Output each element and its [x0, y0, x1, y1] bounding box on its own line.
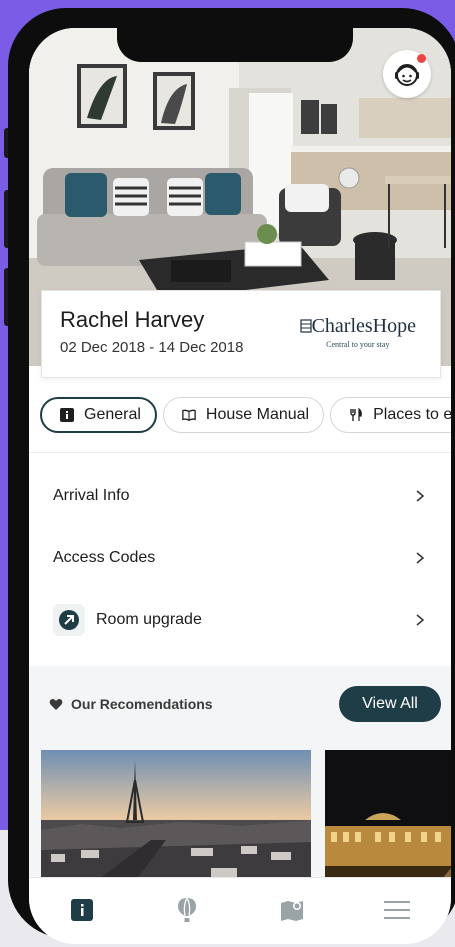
tab-label: Places to eat	[373, 406, 451, 423]
brand-tagline: Central to your stay	[326, 340, 390, 349]
chevron-right-icon	[416, 490, 425, 502]
tab-places-to-eat[interactable]: Places to eat	[330, 397, 451, 433]
hot-air-balloon-icon	[178, 897, 196, 922]
phone-frame: Rachel Harvey 02 Dec 2018 - 14 Dec 2018 …	[8, 8, 455, 944]
menu-item-label: Room upgrade	[96, 611, 202, 628]
building-icon	[299, 319, 312, 333]
menu-item-access-codes[interactable]: Access Codes	[29, 527, 451, 589]
info-icon	[60, 408, 74, 422]
stay-dates: 02 Dec 2018 - 14 Dec 2018	[60, 339, 244, 356]
menu-item-room-upgrade[interactable]: Room upgrade	[29, 589, 451, 651]
brand-logo: CharlesHope Central to your stay	[299, 315, 416, 349]
upgrade-arrow-icon	[53, 604, 85, 636]
nav-map-button[interactable]	[276, 894, 308, 926]
map-pin-icon	[281, 901, 303, 921]
tab-label: General	[84, 406, 141, 423]
nav-info-button[interactable]	[66, 894, 98, 926]
chevron-right-icon	[416, 614, 425, 626]
guest-booking-card: Rachel Harvey 02 Dec 2018 - 14 Dec 2018 …	[41, 290, 441, 378]
app-screen: Rachel Harvey 02 Dec 2018 - 14 Dec 2018 …	[29, 28, 451, 944]
guest-name: Rachel Harvey	[60, 307, 205, 332]
menu-item-arrival-info[interactable]: Arrival Info	[29, 465, 451, 527]
recommendations-section: Our Recomendations View All	[29, 666, 451, 900]
menu-item-label: Arrival Info	[53, 487, 130, 504]
info-icon	[71, 899, 93, 921]
support-agent-button[interactable]	[383, 50, 431, 98]
tab-house-manual[interactable]: House Manual	[162, 397, 325, 433]
notification-dot	[417, 54, 426, 63]
bottom-navigation	[29, 877, 451, 944]
menu-item-label: Access Codes	[53, 549, 156, 566]
recommendations-title: Our Recomendations	[71, 696, 213, 712]
hamburger-menu-icon	[384, 901, 410, 919]
nav-menu-button[interactable]	[381, 894, 413, 926]
support-agent-icon	[395, 64, 419, 86]
brand-name: CharlesHope	[311, 315, 416, 337]
tab-general[interactable]: General	[40, 397, 157, 433]
book-icon	[182, 408, 196, 422]
view-all-button[interactable]: View All	[339, 686, 441, 722]
nav-explore-button[interactable]	[171, 894, 203, 926]
cutlery-icon	[349, 408, 363, 422]
category-tabs: General House Manual Places to eat	[40, 397, 451, 435]
heart-icon	[49, 698, 63, 710]
chevron-right-icon	[416, 552, 425, 564]
phone-notch	[117, 28, 353, 62]
tab-label: House Manual	[205, 406, 310, 423]
recommendations-header: Our Recomendations	[49, 696, 213, 712]
section-divider	[29, 452, 451, 453]
